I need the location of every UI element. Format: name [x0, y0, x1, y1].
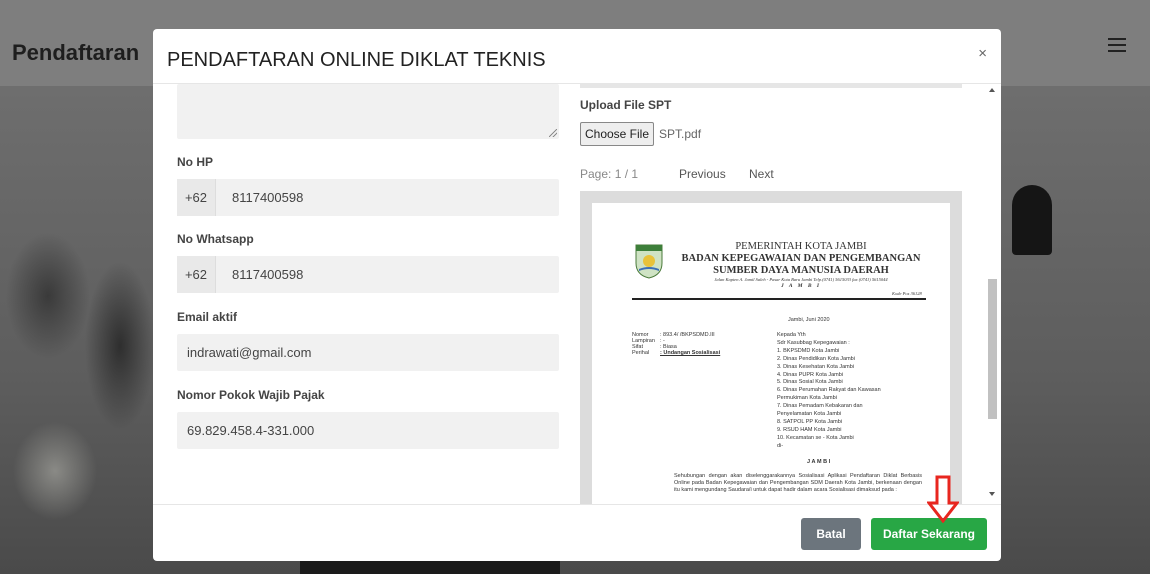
- org-line-3: SUMBER DAYA MANUSIA DAERAH: [713, 265, 889, 276]
- registration-modal: PENDAFTARAN ONLINE DIKLAT TEKNIS × No HP…: [153, 29, 1001, 561]
- recipient-line: Kepada Yth: [777, 332, 806, 338]
- choose-file-button[interactable]: Choose File: [580, 122, 654, 146]
- recipient-line: 1. BKPSDMD Kota Jambi: [777, 347, 840, 354]
- annotation-arrow-icon: [927, 475, 959, 523]
- org-line-1: PEMERINTAH KOTA JAMBI: [735, 241, 867, 252]
- no-whatsapp-label: No Whatsapp: [177, 232, 254, 246]
- no-whatsapp-value: 8117400598: [232, 267, 304, 282]
- meta-value: : Undangan Sosialisasi: [660, 350, 721, 356]
- no-hp-value: 8117400598: [232, 190, 304, 205]
- letter-destination: JAMBI: [807, 459, 832, 465]
- background-brand: Pendaftaran: [12, 40, 140, 65]
- letter-date: Jambi, Juni 2020: [788, 317, 830, 323]
- modal-title: PENDAFTARAN ONLINE DIKLAT TEKNIS: [167, 49, 546, 71]
- recipient-line: 8. SATPOL PP Kota Jambi: [777, 418, 843, 425]
- modal-footer: Batal Daftar Sekarang: [153, 504, 1001, 561]
- meta-key: Perihal: [632, 350, 650, 356]
- letter-meta: Nomor: 893.4/ /BKPSDMD.III Lampiran: - S…: [632, 332, 720, 356]
- recipient-line: 9. RSUD HAM Kota Jambi: [777, 426, 842, 433]
- recipient-line: Permukiman Kota Jambi: [777, 395, 837, 402]
- divider: [580, 84, 962, 88]
- recipient-line: 10. Kecamatan se - Kota Jambi: [777, 434, 854, 441]
- meta-value: : 893.4/ /BKPSDMD.III: [660, 332, 715, 338]
- recipient-line: 3. Dinas Kesehatan Kota Jambi: [777, 363, 855, 370]
- pdf-preview[interactable]: PEMERINTAH KOTA JAMBI BADAN KEPEGAWAIAN …: [580, 191, 962, 504]
- org-line-2: BADAN KEPEGAWAIAN DAN PENGEMBANGAN: [681, 253, 921, 264]
- email-label: Email aktif: [177, 310, 238, 324]
- modal-scrollbar[interactable]: [987, 84, 997, 504]
- background-figure: [300, 560, 560, 574]
- scrollbar-thumb[interactable]: [988, 279, 997, 419]
- recipient-list: Kepada Yth Sdr Kasubbag Kepegawaian : 1.…: [777, 332, 881, 451]
- recipient-line: Penyelamatan Kota Jambi: [777, 411, 842, 418]
- npwp-input[interactable]: 69.829.458.4-331.000: [177, 412, 559, 449]
- pdf-page: PEMERINTAH KOTA JAMBI BADAN KEPEGAWAIAN …: [592, 203, 950, 504]
- close-icon[interactable]: ×: [978, 45, 987, 62]
- modal-header: PENDAFTARAN ONLINE DIKLAT TEKNIS ×: [153, 29, 1001, 84]
- org-city: J A M B I: [780, 283, 822, 289]
- upload-spt-label: Upload File SPT: [580, 98, 672, 112]
- recipient-line: 4. Dinas PUPR Kota Jambi: [777, 371, 844, 378]
- previous-page-button[interactable]: Previous: [679, 167, 726, 181]
- org-postal-code: Kode Pos 36128: [892, 291, 922, 296]
- recipient-line: di-: [777, 442, 784, 449]
- form-right-column: Upload File SPT Choose File SPT.pdf Page…: [580, 84, 968, 504]
- email-input[interactable]: indrawati@gmail.com: [177, 334, 559, 371]
- npwp-value: 69.829.458.4-331.000: [187, 423, 315, 438]
- npwp-label: Nomor Pokok Wajib Pajak: [177, 388, 325, 402]
- selected-file-name: SPT.pdf: [659, 127, 702, 141]
- next-page-button[interactable]: Next: [749, 167, 774, 181]
- hamburger-menu-icon[interactable]: [1108, 38, 1126, 52]
- recipient-line: Sdr Kasubbag Kepegawaian :: [777, 339, 850, 346]
- letter-body: Sehubungan dengan akan diselenggarakanny…: [674, 473, 922, 494]
- scroll-down-icon[interactable]: [989, 492, 995, 496]
- recipient-line: 7. Dinas Pemadam Kebakaran dan: [777, 403, 863, 410]
- no-hp-prefix: +62: [177, 179, 216, 216]
- letterhead-rule: [632, 298, 926, 300]
- no-hp-label: No HP: [177, 155, 213, 169]
- email-value: indrawati@gmail.com: [187, 345, 312, 360]
- recipient-line: 5. Dinas Sosial Kota Jambi: [777, 379, 843, 386]
- address-textarea[interactable]: [177, 84, 559, 139]
- modal-body: No HP +62 8117400598 No Whatsapp +62 811…: [153, 84, 1001, 504]
- recipient-line: 2. Dinas Pendidikan Kota Jambi: [777, 355, 855, 362]
- resize-grip-icon[interactable]: [549, 129, 557, 137]
- no-whatsapp-prefix: +62: [177, 256, 216, 293]
- background-figure: [1012, 185, 1052, 255]
- cancel-button[interactable]: Batal: [801, 518, 861, 550]
- org-address: Jalan Kapten A. Jamil Saleh - Pasar Kota…: [714, 277, 888, 282]
- scroll-up-icon[interactable]: [989, 88, 995, 92]
- no-hp-input[interactable]: +62 8117400598: [177, 179, 559, 216]
- no-whatsapp-input[interactable]: +62 8117400598: [177, 256, 559, 293]
- page-indicator: Page: 1 / 1: [580, 167, 639, 181]
- recipient-line: 6. Dinas Perumahan Rakyat dan Kawasan: [777, 387, 881, 394]
